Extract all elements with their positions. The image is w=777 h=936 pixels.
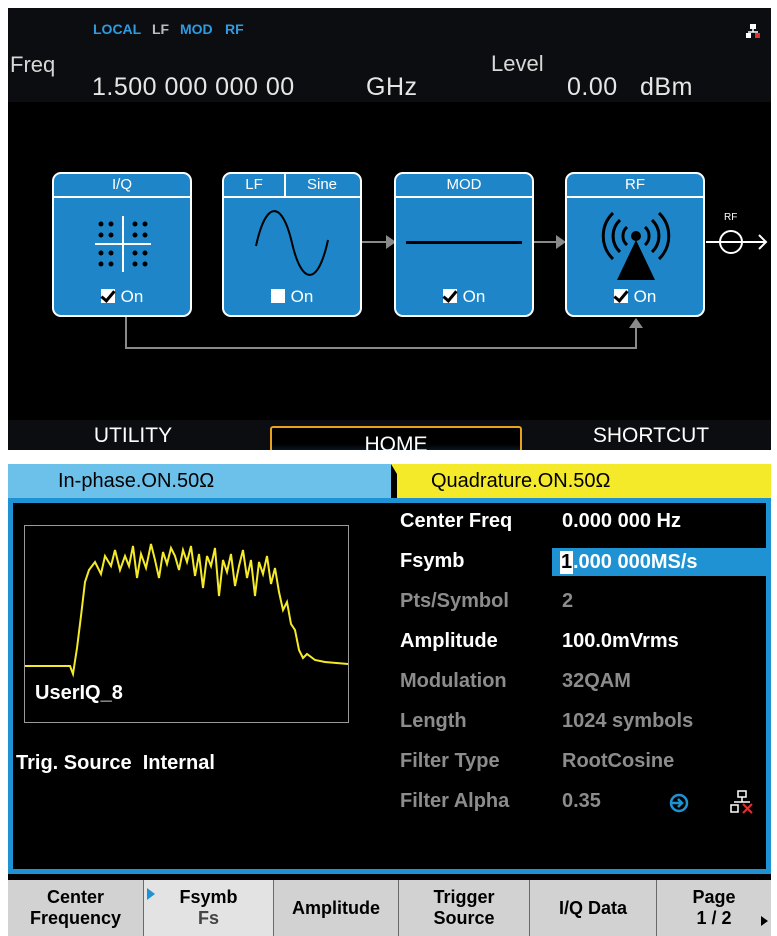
status-lf: LF [152, 21, 170, 37]
menu-center-frequency-line2: Frequency [29, 908, 122, 928]
param-value-length: 1024 symbols [562, 710, 694, 732]
top-screen: LOCAL LF MOD RF Freq 1.500 000 000 00 GH… [8, 8, 771, 450]
status-local: LOCAL [93, 21, 142, 37]
waveform-preview: UserIQ_8 [24, 525, 349, 723]
lf-block-title: LF Sine [224, 174, 360, 198]
fsymb-cursor-digit[interactable]: 1 [560, 551, 574, 574]
status-rf: RF [225, 21, 244, 37]
checkbox-unchecked-icon [270, 289, 285, 303]
mod-block[interactable]: MOD On [394, 172, 534, 317]
param-value-filter-alpha: 0.35 [562, 790, 601, 812]
menu-fsymb-fs[interactable]: Fsymb Fs [144, 880, 274, 936]
param-label-modulation: Modulation [400, 670, 507, 692]
waveform-name: UserIQ_8 [35, 682, 123, 704]
param-label-filter-alpha: Filter Alpha [400, 790, 510, 812]
lf-on-label: On [290, 287, 314, 306]
next-page-arrow-icon [761, 916, 768, 926]
softkey-shortcut[interactable]: SHORTCUT [556, 418, 746, 450]
menu-trigger-source-line1: Trigger [433, 887, 495, 907]
rf-block[interactable]: RF On [565, 172, 705, 317]
checkbox-checked-icon [100, 289, 115, 303]
menu-page[interactable]: Page 1 / 2 [657, 880, 771, 936]
iq-on-toggle[interactable]: On [54, 287, 190, 307]
rf-on-label: On [633, 287, 657, 306]
lf-block[interactable]: LF Sine On [222, 172, 362, 317]
menu-amplitude[interactable]: Amplitude [274, 880, 399, 936]
mod-block-title: MOD [396, 174, 532, 198]
param-label-filter-type: Filter Type [400, 750, 500, 772]
param-value-amplitude[interactable]: 100.0mVrms [562, 630, 679, 653]
constellation-icon [95, 216, 151, 272]
status-mod: MOD [180, 21, 213, 37]
freq-label: Freq [10, 52, 56, 77]
rf-on-toggle[interactable]: On [567, 287, 703, 307]
menu-trigger-source[interactable]: Trigger Source [399, 880, 530, 936]
menu-page-line2: 1 / 2 [696, 908, 732, 928]
menu-page-line1: Page [692, 887, 736, 907]
param-label-amplitude: Amplitude [400, 630, 498, 652]
param-value-pts-symbol: 2 [562, 590, 574, 612]
rf-block-title: RF [567, 174, 703, 198]
external-input-icon [669, 793, 689, 813]
menu-amplitude-line1: Amplitude [292, 897, 380, 918]
trigger-source-text: Trig. Source Internal [16, 752, 215, 774]
freq-value[interactable]: 1.500 000 000 00 [92, 73, 295, 102]
panel-border-left [8, 503, 13, 873]
level-label: Level [491, 51, 544, 76]
menu-fsymb-line2: Fs [197, 908, 219, 928]
param-value-filter-type: RootCosine [562, 750, 675, 772]
iq-block-title: I/Q [54, 174, 190, 198]
freq-unit: GHz [366, 73, 418, 101]
menu-fsymb-line1: Fsymb [179, 887, 238, 907]
menu-iq-data-line1: I/Q Data [558, 897, 628, 918]
tab-underline [8, 498, 771, 503]
mod-on-toggle[interactable]: On [396, 287, 532, 307]
lf-on-toggle[interactable]: On [224, 287, 360, 307]
selected-arrow-icon [147, 888, 155, 900]
param-value-center-freq[interactable]: 0.000 000 Hz [562, 510, 681, 533]
softkey-home[interactable]: HOME [270, 426, 522, 450]
sine-wave-icon [255, 210, 329, 276]
rf-out-label: RF [724, 212, 738, 223]
signal-chain-canvas: RF I/Q On LF Sine On MOD On RF On [8, 102, 771, 420]
network-icon [746, 24, 760, 38]
checkbox-checked-icon [613, 289, 628, 303]
param-value-modulation: 32QAM [562, 670, 631, 692]
tab-in-phase[interactable]: In-phase.ON.50Ω [8, 464, 391, 498]
menu-iq-data[interactable]: I/Q Data [530, 880, 657, 936]
fsymb-value-rest: .000 000MS/s [573, 551, 698, 573]
panel-border-bottom [8, 869, 771, 874]
level-value[interactable]: 0.00 [567, 73, 618, 102]
antenna-icon [601, 211, 671, 280]
param-label-pts-symbol: Pts/Symbol [400, 590, 509, 612]
param-label-length: Length [400, 710, 467, 732]
param-value-fsymb[interactable]: 1 .000 000MS/s [552, 548, 771, 576]
checkbox-checked-icon [442, 289, 457, 303]
mod-line-icon [406, 241, 522, 244]
param-label-fsymb: Fsymb [400, 550, 465, 572]
bottom-screen: In-phase.ON.50Ω Quadrature.ON.50Ω UserIQ… [8, 464, 771, 936]
iq-on-label: On [120, 287, 144, 306]
iq-block[interactable]: I/Q On [52, 172, 192, 317]
softkey-utility[interactable]: UTILITY [38, 418, 228, 450]
menu-center-frequency-line1: Center [46, 887, 104, 907]
menu-trigger-source-line2: Source [433, 908, 495, 928]
param-label-center-freq: Center Freq [400, 510, 513, 532]
network-disconnected-icon [730, 790, 753, 814]
lf-title: LF [224, 174, 286, 196]
level-unit: dBm [640, 73, 693, 101]
menu-center-frequency[interactable]: Center Frequency [8, 880, 144, 936]
mod-on-label: On [462, 287, 486, 306]
tab-quadrature[interactable]: Quadrature.ON.50Ω [397, 464, 771, 498]
lf-wave: Sine [306, 176, 338, 193]
